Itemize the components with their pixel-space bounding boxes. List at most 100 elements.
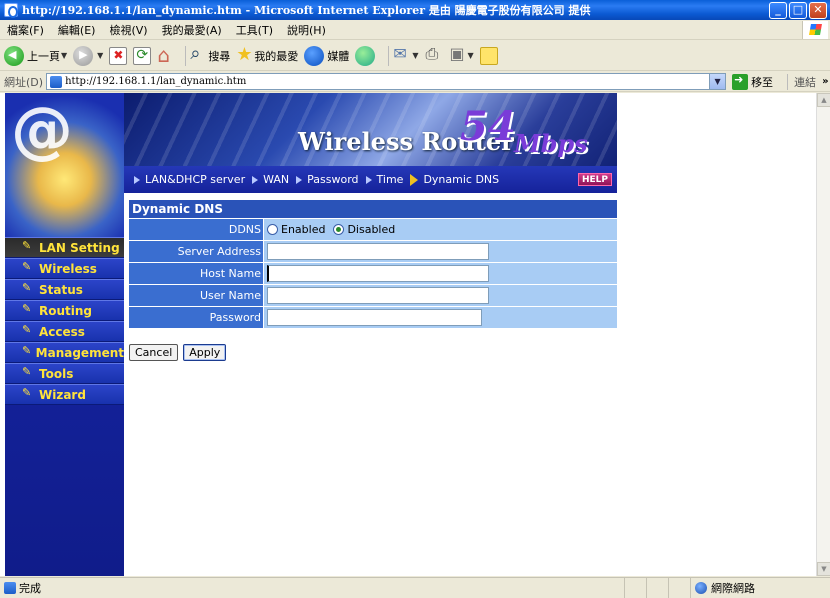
nav-item-tools[interactable]: Tools xyxy=(5,363,124,384)
minimize-button[interactable]: _ xyxy=(769,1,787,19)
edit-icon xyxy=(448,44,466,65)
form-title: Dynamic DNS xyxy=(129,200,617,218)
nav-item-label: Routing xyxy=(39,303,93,318)
window-title: http://192.168.1.1/lan_dynamic.htm - Mic… xyxy=(22,4,591,17)
cancel-button[interactable]: Cancel xyxy=(129,344,179,361)
vertical-scrollbar[interactable]: ▲ ▼ xyxy=(816,93,830,576)
help-button[interactable]: HELP xyxy=(578,173,612,186)
history-icon xyxy=(355,45,376,66)
refresh-icon xyxy=(133,46,152,65)
status-text: 完成 xyxy=(19,582,41,595)
password-input[interactable] xyxy=(267,309,482,326)
print-button[interactable] xyxy=(424,44,442,65)
messenger-button[interactable] xyxy=(479,46,498,65)
address-dropdown-button[interactable]: ▼ xyxy=(709,74,726,89)
back-button[interactable]: 上一頁 ▼ xyxy=(4,45,67,66)
nav-item-lan-setting[interactable]: LAN Setting xyxy=(5,237,124,258)
menu-tools[interactable]: 工具(T) xyxy=(229,22,280,38)
tab-password[interactable]: Password xyxy=(296,173,359,186)
stop-button[interactable] xyxy=(109,46,128,65)
search-button[interactable]: 搜尋 xyxy=(190,43,230,65)
nav-list: LAN Setting Wireless Status Routing Acce… xyxy=(5,237,124,405)
menu-file[interactable]: 檔案(F) xyxy=(0,22,51,38)
server-address-input[interactable] xyxy=(267,243,489,260)
tab-label: Time xyxy=(376,173,404,186)
status-cell xyxy=(624,578,646,598)
history-button[interactable] xyxy=(355,45,378,66)
status-bar: 完成 網際網路 xyxy=(0,577,830,598)
host-name-input[interactable] xyxy=(267,265,489,282)
user-name-field xyxy=(263,285,617,306)
ddns-enabled-radio[interactable] xyxy=(267,224,278,235)
refresh-button[interactable] xyxy=(133,46,152,65)
nav-item-status[interactable]: Status xyxy=(5,279,124,300)
media-button[interactable]: 媒體 xyxy=(304,45,349,66)
brand-logo: @ xyxy=(5,93,124,237)
edit-button[interactable]: ▼ xyxy=(448,44,473,65)
menu-bar: 檔案(F) 編輯(E) 檢視(V) 我的最愛(A) 工具(T) 說明(H) xyxy=(0,20,830,40)
form-buttons: Cancel Apply xyxy=(129,344,227,361)
page-viewport: @ LAN Setting Wireless Status Routing Ac… xyxy=(0,93,816,576)
nav-item-label: Access xyxy=(39,324,85,339)
go-button[interactable]: 移至 xyxy=(732,73,773,90)
enabled-label: Enabled xyxy=(281,223,326,236)
scroll-up-button[interactable]: ▲ xyxy=(817,93,830,107)
home-icon xyxy=(157,43,175,67)
status-cell xyxy=(668,578,690,598)
address-input[interactable]: http://192.168.1.1/lan_dynamic.htm ▼ xyxy=(46,73,727,90)
globe-icon xyxy=(695,582,707,594)
tab-wan[interactable]: WAN xyxy=(252,173,289,186)
form-row-host-name: Host Name xyxy=(129,262,617,284)
ddns-disabled-radio[interactable] xyxy=(333,224,345,235)
nav-item-access[interactable]: Access xyxy=(5,321,124,342)
toolbar-separator xyxy=(388,45,390,66)
nav-item-routing[interactable]: Routing xyxy=(5,300,124,321)
links-button[interactable]: 連結 xyxy=(787,73,816,90)
tab-time[interactable]: Time xyxy=(365,173,404,186)
pencil-icon xyxy=(22,281,33,295)
host-name-field xyxy=(263,263,617,284)
back-arrow-icon xyxy=(4,45,24,66)
chevron-down-icon[interactable]: ▼ xyxy=(412,51,418,60)
media-icon xyxy=(304,45,325,66)
user-name-input[interactable] xyxy=(267,287,489,304)
maximize-button[interactable]: □ xyxy=(789,1,807,19)
mail-button[interactable]: ▼ xyxy=(393,44,418,65)
status-cell xyxy=(646,578,668,598)
form-row-user-name: User Name xyxy=(129,284,617,306)
server-address-field xyxy=(263,241,617,262)
menu-view[interactable]: 檢視(V) xyxy=(102,22,154,38)
home-button[interactable] xyxy=(157,43,175,67)
form-row-server-address: Server Address xyxy=(129,240,617,262)
forward-button[interactable]: ▼ xyxy=(73,45,103,66)
pencil-icon xyxy=(22,239,33,253)
chevron-right-icon[interactable]: » xyxy=(822,76,828,87)
ddns-label: DDNS xyxy=(129,219,263,240)
nav-item-wizard[interactable]: Wizard xyxy=(5,384,124,405)
chevron-down-icon[interactable]: ▼ xyxy=(61,51,67,60)
address-url[interactable]: http://192.168.1.1/lan_dynamic.htm xyxy=(65,76,246,87)
chevron-down-icon[interactable]: ▼ xyxy=(467,51,473,60)
scroll-down-button[interactable]: ▼ xyxy=(817,562,830,576)
nav-item-management[interactable]: Management xyxy=(5,342,124,363)
pencil-icon xyxy=(22,386,33,400)
menu-favorites[interactable]: 我的最愛(A) xyxy=(155,22,229,38)
user-name-label: User Name xyxy=(129,285,263,306)
windows-logo-icon xyxy=(802,21,828,39)
nav-item-label: Tools xyxy=(39,366,74,381)
search-icon xyxy=(190,43,208,65)
favorites-button[interactable]: 我的最愛 xyxy=(236,44,298,65)
host-name-label: Host Name xyxy=(129,263,263,284)
tab-dynamic-dns[interactable]: Dynamic DNS xyxy=(410,173,499,186)
apply-button[interactable]: Apply xyxy=(183,344,227,361)
zone-label: 網際網路 xyxy=(711,582,755,595)
nav-item-label: LAN Setting xyxy=(39,240,120,255)
password-field xyxy=(263,307,617,328)
chevron-down-icon[interactable]: ▼ xyxy=(97,51,103,60)
tab-lan-dhcp-server[interactable]: LAN&DHCP server xyxy=(134,173,245,186)
pencil-icon xyxy=(22,365,33,379)
close-button[interactable]: ✕ xyxy=(809,1,827,19)
nav-item-wireless[interactable]: Wireless xyxy=(5,258,124,279)
menu-help[interactable]: 說明(H) xyxy=(280,22,333,38)
menu-edit[interactable]: 編輯(E) xyxy=(51,22,103,38)
